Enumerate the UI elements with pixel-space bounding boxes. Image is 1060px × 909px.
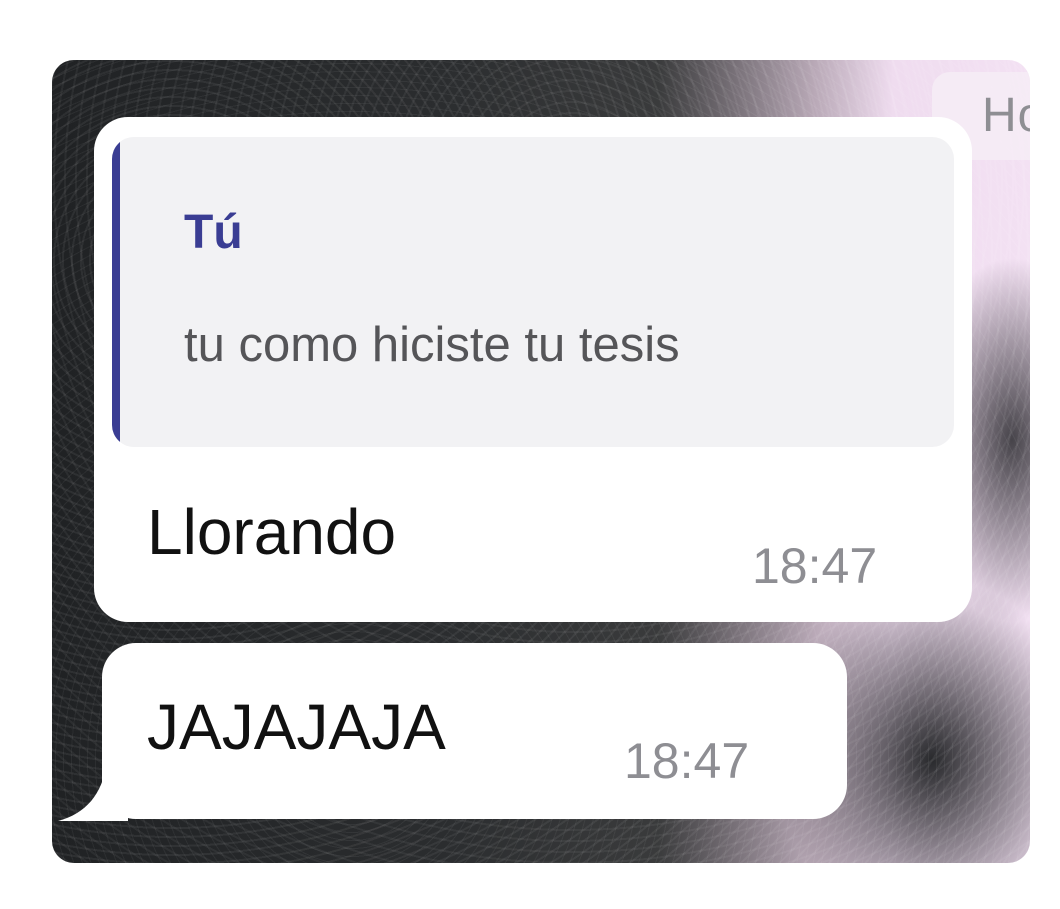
message-bubble[interactable]: JAJAJAJA 18:47: [58, 643, 847, 821]
quote-accent-bar: [112, 137, 120, 447]
bubble-tail-icon: [58, 751, 128, 821]
message-timestamp: 18:47: [752, 538, 878, 594]
chat-window: Hoy Tú tu como hiciste tu tesis Llorando…: [52, 60, 1030, 863]
quoted-message[interactable]: Tú tu como hiciste tu tesis: [112, 137, 954, 447]
message-text: Llorando: [147, 496, 397, 568]
quoted-text: tu como hiciste tu tesis: [184, 318, 680, 372]
message-bubble-reply[interactable]: Tú tu como hiciste tu tesis Llorando 18:…: [94, 117, 972, 622]
quoted-author: Tú: [184, 206, 243, 259]
message-timestamp: 18:47: [624, 733, 750, 789]
message-text: JAJAJAJA: [147, 691, 446, 763]
